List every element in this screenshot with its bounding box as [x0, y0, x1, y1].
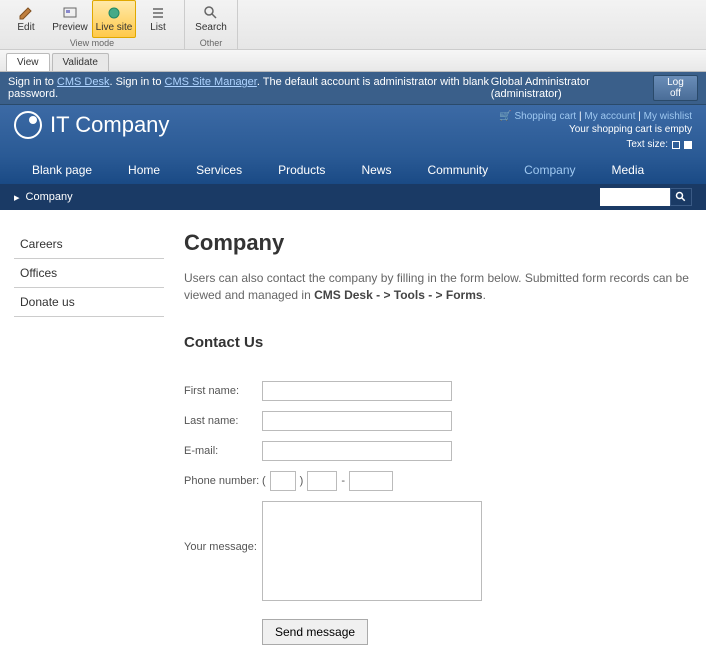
cart-icon: 🛒 — [499, 111, 511, 122]
preview-icon — [62, 5, 78, 21]
send-message-button[interactable]: Send message — [262, 619, 368, 645]
cart-empty-message: Your shopping cart is empty — [499, 124, 692, 135]
livesite-icon — [106, 5, 122, 21]
nav-blank-page[interactable]: Blank page — [14, 156, 110, 184]
breadcrumb-current: Company — [26, 191, 73, 203]
label-last-name: Last name: — [184, 415, 262, 427]
sidebar: Careers Offices Donate us — [14, 230, 164, 645]
site-name: IT Company — [50, 112, 169, 138]
my-wishlist-link[interactable]: My wishlist — [644, 111, 692, 122]
cms-site-manager-link[interactable]: CMS Site Manager — [165, 76, 257, 88]
nav-home[interactable]: Home — [110, 156, 178, 184]
ribbon-group-label-other: Other — [200, 38, 223, 49]
last-name-input[interactable] — [262, 411, 452, 431]
sidebar-item-careers[interactable]: Careers — [14, 230, 164, 259]
preview-button[interactable]: Preview — [48, 0, 92, 38]
breadcrumb-arrow-icon: ▸ — [14, 191, 20, 204]
section-title: Contact Us — [184, 334, 692, 351]
logo-icon — [14, 111, 42, 139]
site-search-input[interactable] — [600, 188, 670, 206]
textsize-label: Text size: — [626, 139, 668, 150]
nav-media[interactable]: Media — [594, 156, 663, 184]
nav-company[interactable]: Company — [506, 156, 593, 184]
ribbon-group-label-viewmode: View mode — [70, 38, 114, 49]
site-search-button[interactable] — [670, 188, 692, 206]
sidebar-item-offices[interactable]: Offices — [14, 259, 164, 288]
first-name-input[interactable] — [262, 381, 452, 401]
logoff-button[interactable]: Log off — [653, 75, 698, 101]
magnifier-icon — [675, 191, 687, 203]
label-first-name: First name: — [184, 385, 262, 397]
sidebar-item-donate[interactable]: Donate us — [14, 288, 164, 317]
list-button[interactable]: List — [136, 0, 180, 38]
edit-button[interactable]: Edit — [4, 0, 48, 38]
cms-desk-link[interactable]: CMS Desk — [57, 76, 110, 88]
nav-services[interactable]: Services — [178, 156, 260, 184]
textsize-small[interactable] — [672, 141, 680, 149]
phone-area-input[interactable] — [270, 471, 296, 491]
label-email: E-mail: — [184, 445, 262, 457]
nav-community[interactable]: Community — [409, 156, 506, 184]
breadcrumb-bar: ▸ Company — [0, 184, 706, 210]
tab-validate[interactable]: Validate — [52, 53, 109, 71]
page-intro: Users can also contact the company by fi… — [184, 270, 692, 304]
my-account-link[interactable]: My account — [584, 111, 635, 122]
ribbon-toolbar: Edit Preview Live site List View mode Se… — [0, 0, 706, 50]
edit-icon — [18, 5, 34, 21]
shopping-cart-link[interactable]: Shopping cart — [514, 111, 576, 122]
page-title: Company — [184, 230, 692, 256]
livesite-button[interactable]: Live site — [92, 0, 136, 38]
phone-line-input[interactable] — [349, 471, 393, 491]
search-icon — [203, 5, 219, 21]
tab-view[interactable]: View — [6, 53, 50, 71]
label-phone: Phone number: — [184, 475, 262, 487]
signin-bar: Sign in to CMS Desk. Sign in to CMS Site… — [0, 72, 706, 105]
signin-message: Sign in to CMS Desk. Sign in to CMS Site… — [8, 76, 491, 100]
main-nav: Blank page Home Services Products News C… — [0, 156, 706, 184]
nav-news[interactable]: News — [343, 156, 409, 184]
main-content: Company Users can also contact the compa… — [184, 230, 692, 645]
search-button[interactable]: Search — [189, 0, 233, 38]
label-message: Your message: — [184, 501, 262, 553]
textsize-large[interactable] — [684, 141, 692, 149]
phone-prefix-input[interactable] — [307, 471, 337, 491]
message-textarea[interactable] — [262, 501, 482, 601]
site-header: IT Company 🛒 Shopping cart | My account … — [0, 105, 706, 156]
mode-tabs: View Validate — [0, 50, 706, 72]
email-input[interactable] — [262, 441, 452, 461]
current-user: Global Administrator (administrator) — [491, 76, 645, 100]
list-icon — [150, 5, 166, 21]
nav-products[interactable]: Products — [260, 156, 343, 184]
